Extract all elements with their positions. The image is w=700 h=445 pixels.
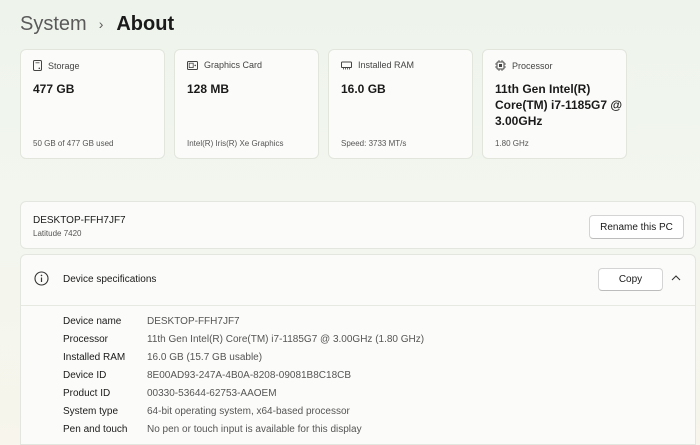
breadcrumb: System › About	[20, 10, 174, 38]
spec-row-system-type: System type 64-bit operating system, x64…	[63, 402, 424, 420]
processor-card-value: 11th Gen Intel(R) Core(TM) i7-1185G7 @ 3…	[495, 82, 623, 128]
graphics-card-sub: Intel(R) Iris(R) Xe Graphics	[187, 139, 284, 148]
spec-row-pen-and-touch: Pen and touch No pen or touch input is a…	[63, 420, 424, 438]
breadcrumb-separator-icon: ›	[98, 16, 104, 32]
storage-card-sub: 50 GB of 477 GB used	[33, 139, 114, 148]
storage-drive-icon	[33, 60, 42, 71]
device-specifications-list: Device name DESKTOP-FFH7JF7 Processor 11…	[63, 312, 424, 438]
graphics-card-title: Graphics Card	[204, 60, 263, 70]
pc-model: Latitude 7420	[33, 229, 82, 238]
device-specifications-panel: Device specifications Copy Device name D…	[20, 254, 696, 445]
copy-button[interactable]: Copy	[598, 268, 663, 291]
storage-card-title: Storage	[48, 60, 80, 71]
storage-card[interactable]: Storage 477 GB 50 GB of 477 GB used	[20, 49, 165, 159]
storage-card-header: Storage	[33, 60, 80, 71]
spec-label: Device ID	[63, 369, 107, 381]
spec-value: 64-bit operating system, x64-based proce…	[147, 405, 350, 417]
device-specifications-header[interactable]: Device specifications Copy	[21, 255, 695, 306]
processor-card-header: Processor	[495, 60, 553, 71]
spec-label: Device name	[63, 315, 122, 327]
spec-label: Pen and touch	[63, 423, 128, 435]
pc-name: DESKTOP-FFH7JF7	[33, 215, 126, 226]
processor-card[interactable]: Processor 11th Gen Intel(R) Core(TM) i7-…	[482, 49, 627, 159]
spec-value: 11th Gen Intel(R) Core(TM) i7-1185G7 @ 3…	[147, 333, 425, 345]
spec-label: Processor	[63, 333, 109, 345]
pc-name-panel: DESKTOP-FFH7JF7 Latitude 7420 Rename thi…	[20, 201, 696, 249]
spec-row-product-id: Product ID 00330-53644-62753-AAOEM	[63, 384, 424, 402]
spec-value: No pen or touch input is available for t…	[147, 423, 362, 435]
spec-label: System type	[63, 405, 119, 417]
info-icon	[34, 271, 49, 286]
processor-card-sub: 1.80 GHz	[495, 139, 529, 148]
ram-card-title: Installed RAM	[358, 60, 415, 70]
breadcrumb-system-link[interactable]: System	[20, 13, 87, 36]
spec-value: 8E00AD93-247A-4B0A-8208-09081B8C18CB	[147, 369, 352, 381]
storage-card-value: 477 GB	[33, 82, 75, 96]
spec-label: Product ID	[63, 387, 111, 399]
spec-row-device-id: Device ID 8E00AD93-247A-4B0A-8208-09081B…	[63, 366, 424, 384]
graphics-card-value: 128 MB	[187, 82, 230, 96]
graphics-card[interactable]: Graphics Card 128 MB Intel(R) Iris(R) Xe…	[174, 49, 319, 159]
spec-value: 00330-53644-62753-AAOEM	[147, 387, 277, 399]
spec-value: 16.0 GB (15.7 GB usable)	[147, 351, 263, 363]
spec-value: DESKTOP-FFH7JF7	[147, 315, 240, 327]
rename-pc-button[interactable]: Rename this PC	[589, 215, 684, 239]
spec-label: Installed RAM	[63, 351, 126, 363]
ram-card-value: 16.0 GB	[341, 82, 386, 96]
spec-row-processor: Processor 11th Gen Intel(R) Core(TM) i7-…	[63, 330, 424, 348]
processor-chip-icon	[495, 60, 506, 71]
spec-row-installed-ram: Installed RAM 16.0 GB (15.7 GB usable)	[63, 348, 424, 366]
page-title: About	[116, 12, 175, 35]
ram-card-sub: Speed: 3733 MT/s	[341, 139, 407, 148]
graphics-card-icon	[187, 60, 198, 70]
ram-card[interactable]: Installed RAM 16.0 GB Speed: 3733 MT/s	[328, 49, 473, 159]
spec-row-device-name: Device name DESKTOP-FFH7JF7	[63, 312, 424, 330]
graphics-card-header: Graphics Card	[187, 60, 262, 70]
chevron-up-icon[interactable]	[671, 274, 681, 281]
ram-chip-icon	[341, 61, 352, 69]
processor-card-title: Processor	[512, 60, 553, 71]
device-specifications-title: Device specifications	[63, 274, 157, 285]
ram-card-header: Installed RAM	[341, 60, 414, 70]
